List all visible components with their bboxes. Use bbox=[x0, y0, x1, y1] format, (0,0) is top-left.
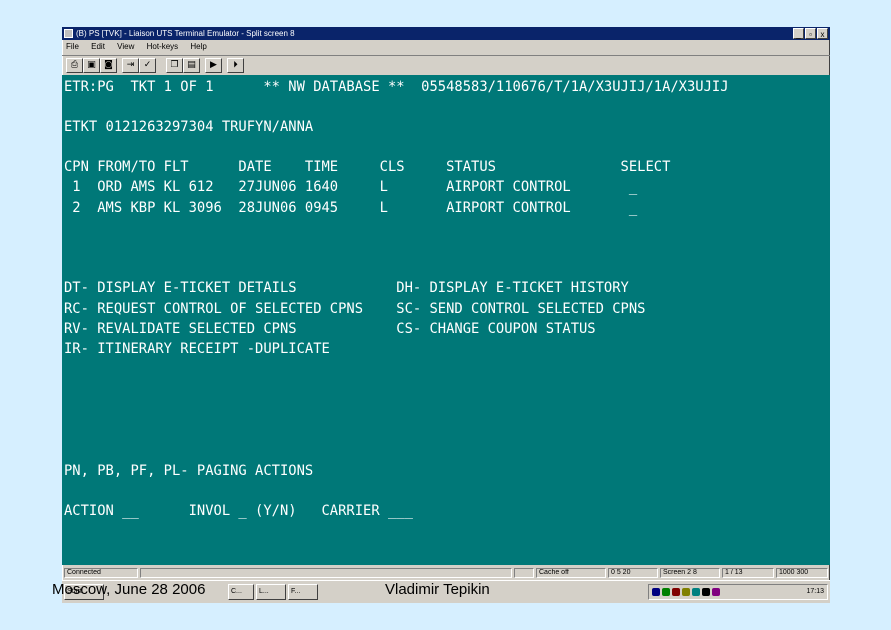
status-blank bbox=[514, 568, 534, 578]
taskbar-clock: 17:13 bbox=[806, 588, 824, 595]
toolbar: ⎙ ▣ ◙ ⇥ ✓ ❐ ▤ ▶ ⏵ bbox=[62, 55, 830, 77]
capture-icon[interactable]: ◙ bbox=[100, 58, 117, 73]
close-button[interactable]: x bbox=[817, 28, 828, 39]
extra-status: 1000 300 bbox=[776, 568, 828, 578]
tray-icon[interactable] bbox=[712, 588, 720, 596]
coupon-row[interactable]: 2 AMS KBP KL 3096 28JUN06 0945 L AIRPORT… bbox=[64, 199, 637, 217]
print-icon[interactable]: ⎙ bbox=[66, 58, 83, 73]
command-line: IR- ITINERARY RECEIPT -DUPLICATE bbox=[64, 341, 330, 357]
slide-footer-author: Vladimir Tepikin bbox=[385, 581, 490, 598]
slide-footer-location-date: Moscow, June 28 2006 bbox=[52, 581, 206, 598]
taskbar-item[interactable]: F... bbox=[288, 584, 318, 600]
terminal-emulator-window: (B) PS [TVK] - Liaison UTS Terminal Emul… bbox=[62, 27, 830, 603]
etr-header-line: ETR:PG TKT 1 OF 1 ** NW DATABASE ** 0554… bbox=[64, 79, 729, 95]
status-message bbox=[140, 568, 512, 578]
copy-icon[interactable]: ❐ bbox=[166, 58, 183, 73]
command-line: RV- REVALIDATE SELECTED CPNS CS- CHANGE … bbox=[64, 321, 596, 337]
status-bar: Connected Cache off 0 5 20 Screen 2 8 1 … bbox=[62, 567, 830, 579]
command-line: DT- DISPLAY E-TICKET DETAILS DH- DISPLAY… bbox=[64, 280, 629, 296]
menu-hotkeys[interactable]: Hot-keys bbox=[147, 42, 179, 51]
etkt-line: ETKT 0121263297304 TRUFYN/ANNA bbox=[64, 119, 314, 135]
save-icon[interactable]: ▣ bbox=[83, 58, 100, 73]
app-icon bbox=[64, 29, 73, 38]
spell-icon[interactable]: ✓ bbox=[139, 58, 156, 73]
cache-status: Cache off bbox=[536, 568, 606, 578]
menu-help[interactable]: Help bbox=[190, 42, 206, 51]
tray-icon[interactable] bbox=[662, 588, 670, 596]
position-status: 1 / 13 bbox=[722, 568, 774, 578]
menu-file[interactable]: File bbox=[66, 42, 79, 51]
tray-icon[interactable] bbox=[672, 588, 680, 596]
menu-bar: File Edit View Hot-keys Help bbox=[62, 40, 830, 53]
screen-status: Screen 2 8 bbox=[660, 568, 720, 578]
paging-actions-line: PN, PB, PF, PL- PAGING ACTIONS bbox=[64, 463, 314, 479]
terminal-screen[interactable]: ETR:PG TKT 1 OF 1 ** NW DATABASE ** 0554… bbox=[62, 75, 830, 565]
title-bar[interactable]: (B) PS [TVK] - Liaison UTS Terminal Emul… bbox=[62, 27, 830, 40]
step-icon[interactable]: ⏵ bbox=[227, 58, 244, 73]
paste-icon[interactable]: ▤ bbox=[183, 58, 200, 73]
tray-icon[interactable] bbox=[702, 588, 710, 596]
tray-icon[interactable] bbox=[652, 588, 660, 596]
command-line: RC- REQUEST CONTROL OF SELECTED CPNS SC-… bbox=[64, 301, 646, 317]
tab-icon[interactable]: ⇥ bbox=[122, 58, 139, 73]
window-title: (B) PS [TVK] - Liaison UTS Terminal Emul… bbox=[76, 29, 295, 38]
menu-view[interactable]: View bbox=[117, 42, 134, 51]
window-controls: _ ▫ x bbox=[793, 28, 828, 39]
coupon-column-header: CPN FROM/TO FLT DATE TIME CLS STATUS SEL… bbox=[64, 159, 671, 175]
menu-edit[interactable]: Edit bbox=[91, 42, 105, 51]
connection-status: Connected bbox=[64, 568, 138, 578]
tray-icon[interactable] bbox=[692, 588, 700, 596]
minimize-button[interactable]: _ bbox=[793, 28, 804, 39]
cursor-status: 0 5 20 bbox=[608, 568, 658, 578]
tray-icon[interactable] bbox=[682, 588, 690, 596]
taskbar-item[interactable]: C... bbox=[228, 584, 254, 600]
maximize-button[interactable]: ▫ bbox=[805, 28, 816, 39]
system-tray: 17:13 bbox=[648, 584, 828, 600]
play-icon[interactable]: ▶ bbox=[205, 58, 222, 73]
coupon-row[interactable]: 1 ORD AMS KL 612 27JUN06 1640 L AIRPORT … bbox=[64, 178, 637, 196]
action-input-line[interactable]: ACTION __ INVOL _ (Y/N) CARRIER ___ bbox=[64, 502, 413, 520]
taskbar-item[interactable]: L... bbox=[256, 584, 286, 600]
tray-icons bbox=[652, 588, 720, 596]
